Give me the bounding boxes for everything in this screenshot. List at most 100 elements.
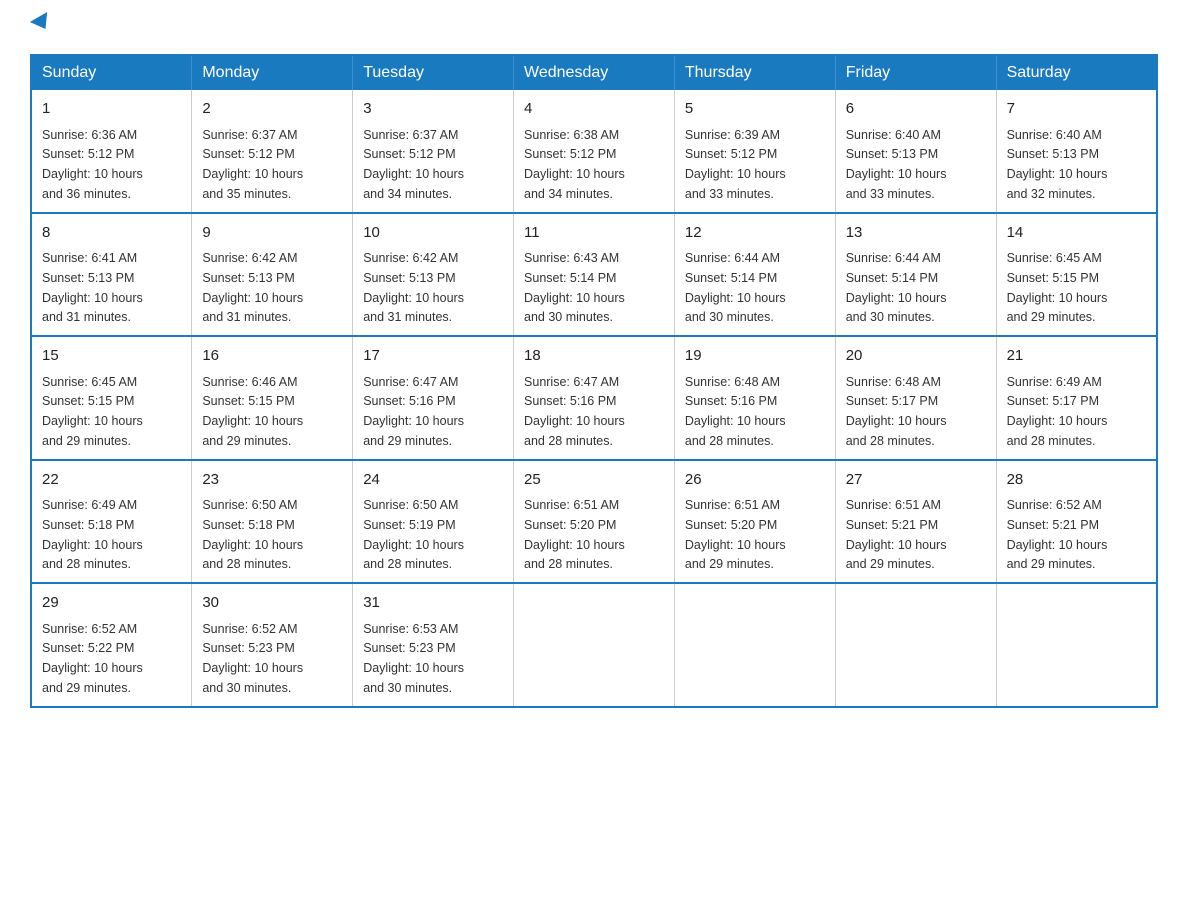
calendar-cell: 11 Sunrise: 6:43 AMSunset: 5:14 PMDayligh… bbox=[514, 213, 675, 337]
day-number: 5 bbox=[685, 98, 825, 121]
day-info: Sunrise: 6:41 AMSunset: 5:13 PMDaylight:… bbox=[42, 251, 143, 324]
day-number: 26 bbox=[685, 469, 825, 492]
header-thursday: Thursday bbox=[674, 55, 835, 90]
calendar-cell: 19Sunrise: 6:48 AMSunset: 5:16 PMDayligh… bbox=[674, 336, 835, 460]
calendar-cell: 6 Sunrise: 6:40 AMSunset: 5:13 PMDaylight… bbox=[835, 90, 996, 213]
day-number: 16 bbox=[202, 345, 342, 368]
day-number: 22 bbox=[42, 469, 181, 492]
calendar-cell: 26 Sunrise: 6:51 AMSunset: 5:20 PMDayligh… bbox=[674, 460, 835, 584]
day-number: 10 bbox=[363, 222, 503, 245]
calendar-cell: 13Sunrise: 6:44 AMSunset: 5:14 PMDayligh… bbox=[835, 213, 996, 337]
day-info: Sunrise: 6:44 AMSunset: 5:14 PMDaylight:… bbox=[685, 251, 786, 324]
day-number: 8 bbox=[42, 222, 181, 245]
day-number: 2 bbox=[202, 98, 342, 121]
calendar-cell: 12 Sunrise: 6:44 AMSunset: 5:14 PMDayligh… bbox=[674, 213, 835, 337]
day-info: Sunrise: 6:51 AMSunset: 5:20 PMDaylight:… bbox=[685, 498, 786, 571]
logo bbox=[30, 20, 52, 34]
calendar-table: SundayMondayTuesdayWednesdayThursdayFrid… bbox=[30, 54, 1158, 708]
calendar-cell: 29 Sunrise: 6:52 AMSunset: 5:22 PMDayligh… bbox=[31, 583, 192, 707]
calendar-cell: 17 Sunrise: 6:47 AMSunset: 5:16 PMDayligh… bbox=[353, 336, 514, 460]
day-number: 21 bbox=[1007, 345, 1146, 368]
day-info: Sunrise: 6:50 AMSunset: 5:18 PMDaylight:… bbox=[202, 498, 303, 571]
calendar-cell: 4Sunrise: 6:38 AMSunset: 5:12 PMDaylight… bbox=[514, 90, 675, 213]
calendar-cell: 28 Sunrise: 6:52 AMSunset: 5:21 PMDayligh… bbox=[996, 460, 1157, 584]
day-number: 25 bbox=[524, 469, 664, 492]
day-info: Sunrise: 6:42 AMSunset: 5:13 PMDaylight:… bbox=[363, 251, 464, 324]
calendar-cell: 22 Sunrise: 6:49 AMSunset: 5:18 PMDayligh… bbox=[31, 460, 192, 584]
day-number: 4 bbox=[524, 98, 664, 121]
day-number: 7 bbox=[1007, 98, 1146, 121]
day-info: Sunrise: 6:46 AMSunset: 5:15 PMDaylight:… bbox=[202, 375, 303, 448]
day-info: Sunrise: 6:42 AMSunset: 5:13 PMDaylight:… bbox=[202, 251, 303, 324]
calendar-header-row: SundayMondayTuesdayWednesdayThursdayFrid… bbox=[31, 55, 1157, 90]
day-number: 6 bbox=[846, 98, 986, 121]
calendar-cell: 20 Sunrise: 6:48 AMSunset: 5:17 PMDayligh… bbox=[835, 336, 996, 460]
header-friday: Friday bbox=[835, 55, 996, 90]
calendar-cell: 9 Sunrise: 6:42 AMSunset: 5:13 PMDaylight… bbox=[192, 213, 353, 337]
day-number: 20 bbox=[846, 345, 986, 368]
calendar-cell: 2 Sunrise: 6:37 AMSunset: 5:12 PMDaylight… bbox=[192, 90, 353, 213]
day-info: Sunrise: 6:47 AMSunset: 5:16 PMDaylight:… bbox=[363, 375, 464, 448]
day-info: Sunrise: 6:53 AMSunset: 5:23 PMDaylight:… bbox=[363, 622, 464, 695]
day-info: Sunrise: 6:39 AMSunset: 5:12 PMDaylight:… bbox=[685, 128, 786, 201]
calendar-cell: 27 Sunrise: 6:51 AMSunset: 5:21 PMDayligh… bbox=[835, 460, 996, 584]
day-number: 23 bbox=[202, 469, 342, 492]
day-info: Sunrise: 6:51 AMSunset: 5:20 PMDaylight:… bbox=[524, 498, 625, 571]
calendar-cell: 25 Sunrise: 6:51 AMSunset: 5:20 PMDayligh… bbox=[514, 460, 675, 584]
page-header bbox=[30, 20, 1158, 34]
day-info: Sunrise: 6:43 AMSunset: 5:14 PMDaylight:… bbox=[524, 251, 625, 324]
calendar-cell: 10 Sunrise: 6:42 AMSunset: 5:13 PMDayligh… bbox=[353, 213, 514, 337]
day-number: 11 bbox=[524, 222, 664, 245]
day-number: 29 bbox=[42, 592, 181, 615]
calendar-week-row: 22 Sunrise: 6:49 AMSunset: 5:18 PMDayligh… bbox=[31, 460, 1157, 584]
day-number: 27 bbox=[846, 469, 986, 492]
day-number: 31 bbox=[363, 592, 503, 615]
day-info: Sunrise: 6:45 AMSunset: 5:15 PMDaylight:… bbox=[1007, 251, 1108, 324]
calendar-cell: 8 Sunrise: 6:41 AMSunset: 5:13 PMDaylight… bbox=[31, 213, 192, 337]
day-info: Sunrise: 6:52 AMSunset: 5:21 PMDaylight:… bbox=[1007, 498, 1108, 571]
day-number: 3 bbox=[363, 98, 503, 121]
calendar-cell: 16 Sunrise: 6:46 AMSunset: 5:15 PMDayligh… bbox=[192, 336, 353, 460]
day-number: 1 bbox=[42, 98, 181, 121]
calendar-week-row: 1 Sunrise: 6:36 AMSunset: 5:12 PMDaylight… bbox=[31, 90, 1157, 213]
day-number: 17 bbox=[363, 345, 503, 368]
day-info: Sunrise: 6:49 AMSunset: 5:18 PMDaylight:… bbox=[42, 498, 143, 571]
day-info: Sunrise: 6:37 AMSunset: 5:12 PMDaylight:… bbox=[363, 128, 464, 201]
day-number: 13 bbox=[846, 222, 986, 245]
day-info: Sunrise: 6:51 AMSunset: 5:21 PMDaylight:… bbox=[846, 498, 947, 571]
calendar-cell bbox=[514, 583, 675, 707]
calendar-cell: 7 Sunrise: 6:40 AMSunset: 5:13 PMDaylight… bbox=[996, 90, 1157, 213]
calendar-cell: 1 Sunrise: 6:36 AMSunset: 5:12 PMDaylight… bbox=[31, 90, 192, 213]
calendar-cell: 21 Sunrise: 6:49 AMSunset: 5:17 PMDayligh… bbox=[996, 336, 1157, 460]
day-info: Sunrise: 6:37 AMSunset: 5:12 PMDaylight:… bbox=[202, 128, 303, 201]
day-number: 14 bbox=[1007, 222, 1146, 245]
day-number: 18 bbox=[524, 345, 664, 368]
header-monday: Monday bbox=[192, 55, 353, 90]
day-number: 12 bbox=[685, 222, 825, 245]
header-wednesday: Wednesday bbox=[514, 55, 675, 90]
calendar-cell bbox=[835, 583, 996, 707]
day-info: Sunrise: 6:40 AMSunset: 5:13 PMDaylight:… bbox=[1007, 128, 1108, 201]
logo-triangle-icon bbox=[30, 12, 54, 34]
calendar-cell: 5 Sunrise: 6:39 AMSunset: 5:12 PMDaylight… bbox=[674, 90, 835, 213]
day-number: 19 bbox=[685, 345, 825, 368]
day-number: 15 bbox=[42, 345, 181, 368]
day-number: 9 bbox=[202, 222, 342, 245]
day-info: Sunrise: 6:48 AMSunset: 5:17 PMDaylight:… bbox=[846, 375, 947, 448]
header-tuesday: Tuesday bbox=[353, 55, 514, 90]
day-number: 30 bbox=[202, 592, 342, 615]
calendar-cell: 14 Sunrise: 6:45 AMSunset: 5:15 PMDayligh… bbox=[996, 213, 1157, 337]
calendar-cell: 3 Sunrise: 6:37 AMSunset: 5:12 PMDaylight… bbox=[353, 90, 514, 213]
day-info: Sunrise: 6:50 AMSunset: 5:19 PMDaylight:… bbox=[363, 498, 464, 571]
day-info: Sunrise: 6:40 AMSunset: 5:13 PMDaylight:… bbox=[846, 128, 947, 201]
day-info: Sunrise: 6:45 AMSunset: 5:15 PMDaylight:… bbox=[42, 375, 143, 448]
day-info: Sunrise: 6:47 AMSunset: 5:16 PMDaylight:… bbox=[524, 375, 625, 448]
day-info: Sunrise: 6:36 AMSunset: 5:12 PMDaylight:… bbox=[42, 128, 143, 201]
calendar-week-row: 15 Sunrise: 6:45 AMSunset: 5:15 PMDayligh… bbox=[31, 336, 1157, 460]
day-info: Sunrise: 6:52 AMSunset: 5:22 PMDaylight:… bbox=[42, 622, 143, 695]
calendar-cell bbox=[996, 583, 1157, 707]
day-info: Sunrise: 6:49 AMSunset: 5:17 PMDaylight:… bbox=[1007, 375, 1108, 448]
calendar-week-row: 29 Sunrise: 6:52 AMSunset: 5:22 PMDayligh… bbox=[31, 583, 1157, 707]
day-number: 28 bbox=[1007, 469, 1146, 492]
header-saturday: Saturday bbox=[996, 55, 1157, 90]
